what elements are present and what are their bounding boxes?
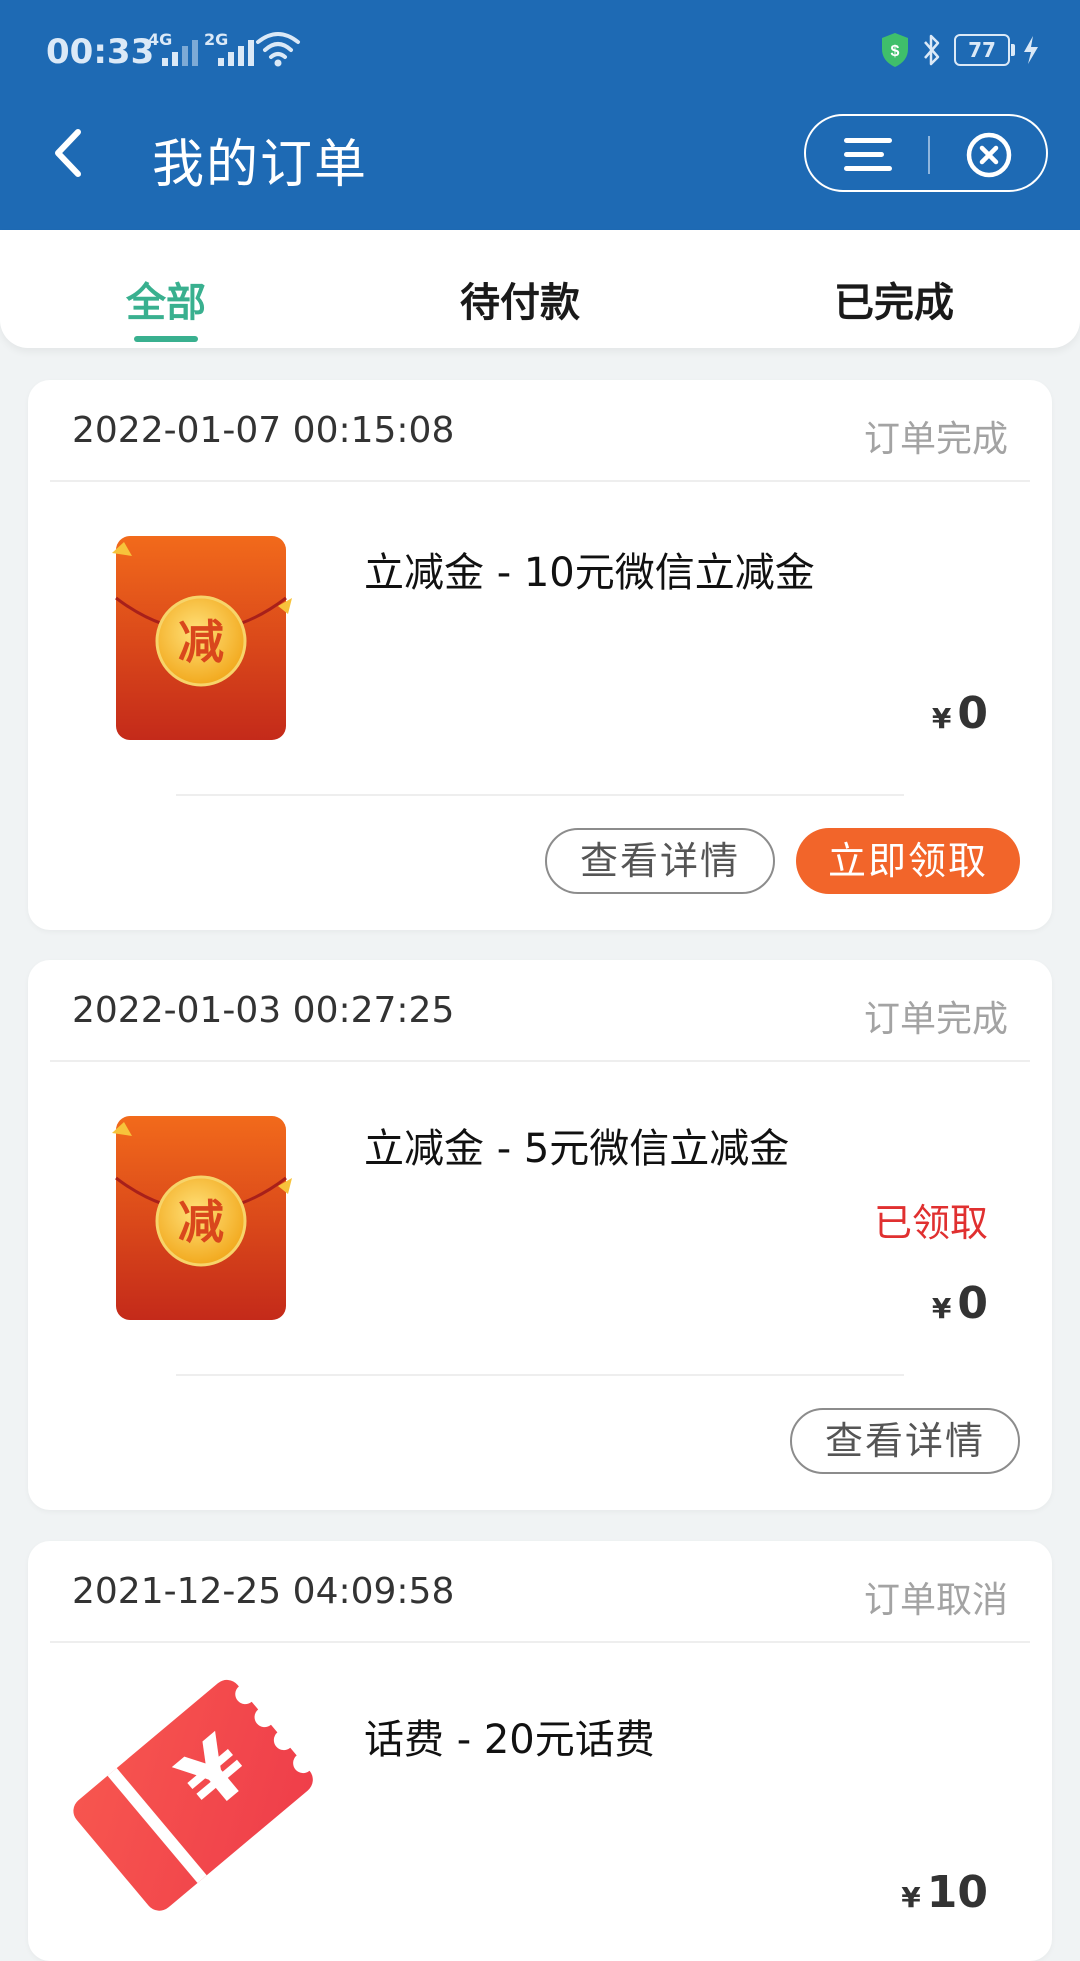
svg-text:减: 减	[178, 615, 224, 669]
order-date: 2021-12-25 04:09:58	[72, 1571, 455, 1612]
wifi-icon	[256, 32, 300, 67]
order-price: ¥0	[931, 1278, 988, 1329]
menu-icon[interactable]	[844, 136, 892, 174]
order-status: 订单完成	[863, 999, 1008, 1040]
product-name: 立减金 - 5元微信立减金	[364, 1126, 790, 1172]
svg-text:$: $	[891, 43, 900, 60]
view-details-button[interactable]: 查看详情	[545, 828, 775, 894]
capsule-divider	[928, 136, 930, 174]
divider	[50, 1060, 1030, 1062]
view-details-button[interactable]: 查看详情	[790, 1408, 1020, 1474]
order-card[interactable]: 2021-12-25 04:09:58 订单取消 ¥ 话费 - 20元话费 ¥1…	[28, 1541, 1052, 1961]
back-arrow-icon[interactable]	[48, 128, 88, 178]
app-header: 00:33 4G 2G $ 77 我的订单	[0, 0, 1080, 230]
signal-2g-icon: 2G	[204, 30, 254, 70]
signal-4g-icon: 4G	[148, 30, 198, 70]
order-price: ¥0	[931, 688, 988, 739]
status-bar: 00:33 4G 2G $ 77	[0, 0, 1080, 100]
order-status: 订单取消	[863, 1580, 1008, 1621]
red-envelope-icon: 减	[112, 1116, 292, 1320]
order-card[interactable]: 2022-01-07 00:15:08 订单完成 减 立减金 - 10元微信立减…	[28, 380, 1052, 930]
tab-all[interactable]: 全部	[126, 270, 206, 328]
charging-icon	[1024, 36, 1038, 64]
tab-completed[interactable]: 已完成	[834, 270, 954, 328]
close-icon[interactable]	[966, 132, 1012, 178]
order-status: 订单完成	[863, 419, 1008, 460]
order-card[interactable]: 2022-01-03 00:27:25 订单完成 减 立减金 - 5元微信立减金…	[28, 960, 1052, 1510]
order-date: 2022-01-07 00:15:08	[72, 410, 455, 451]
divider	[176, 794, 904, 796]
claim-now-button[interactable]: 立即领取	[796, 828, 1020, 894]
divider	[176, 1374, 904, 1376]
product-name: 立减金 - 10元微信立减金	[364, 550, 815, 596]
svg-text:减: 减	[178, 1195, 224, 1249]
page-title: 我的订单	[152, 135, 369, 195]
order-price: ¥10	[901, 1867, 988, 1918]
security-shield-icon: $	[882, 33, 908, 67]
battery-icon: 77	[954, 34, 1015, 66]
divider	[50, 480, 1030, 482]
order-tabs: 全部 待付款 已完成	[0, 230, 1080, 348]
tab-pending-payment[interactable]: 待付款	[460, 270, 580, 328]
active-tab-indicator	[134, 336, 198, 342]
product-name: 话费 - 20元话费	[364, 1717, 655, 1763]
red-envelope-icon: 减	[112, 536, 292, 740]
order-date: 2022-01-03 00:27:25	[72, 990, 455, 1031]
divider	[50, 1641, 1030, 1643]
bluetooth-icon	[924, 34, 940, 66]
claimed-label: 已领取	[873, 1201, 988, 1245]
status-time: 00:33	[46, 32, 155, 72]
phone-bill-ticket-icon: ¥	[73, 1679, 314, 1911]
mini-program-capsule	[804, 114, 1048, 192]
